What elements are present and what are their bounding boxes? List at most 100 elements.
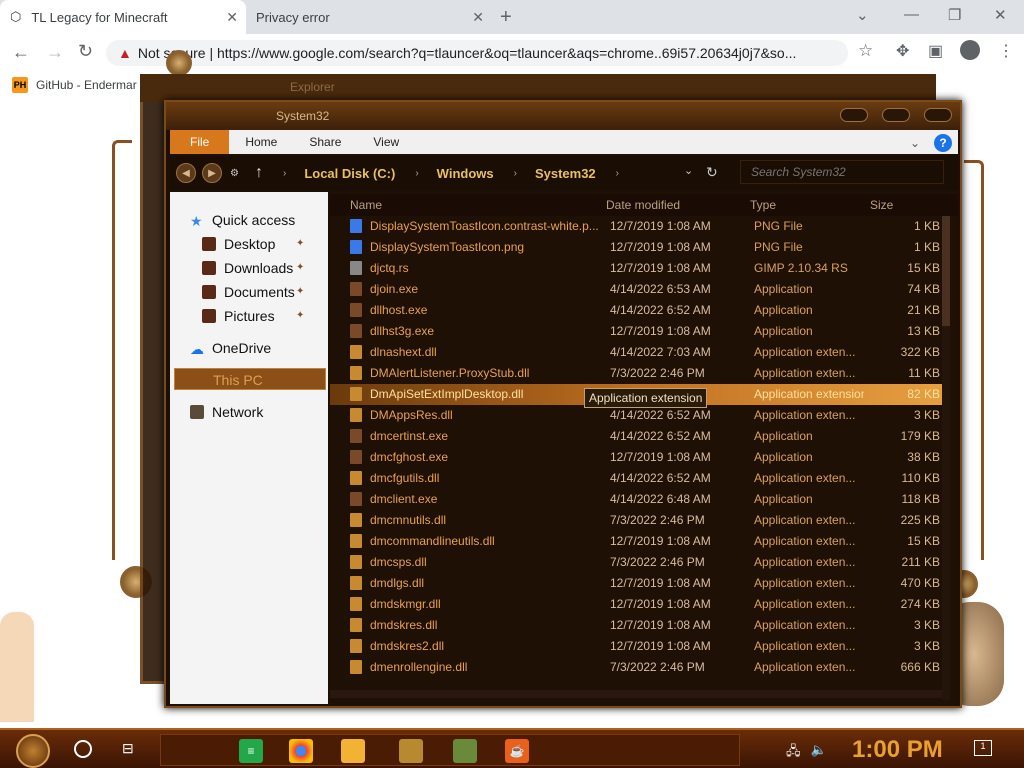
search-icon[interactable] — [74, 740, 92, 758]
address-bar[interactable]: ▲ Not secure | https://www.google.com/se… — [106, 40, 848, 66]
close-tab-icon[interactable]: ✕ — [226, 9, 238, 26]
volume-icon[interactable]: 🔈 — [811, 742, 827, 764]
file-row[interactable]: dllhost.exe 4/14/2022 6:52 AM Application 2… — [330, 300, 950, 321]
notification-center-icon[interactable]: 1 — [974, 740, 992, 756]
bookmark-star-icon[interactable]: ☆ — [858, 41, 873, 61]
nav-network[interactable]: Network — [190, 402, 263, 422]
file-row[interactable]: dmdskres.dll 12/7/2019 1:08 AM Application… — [330, 615, 950, 636]
file-row[interactable]: dmcmnutils.dll 7/3/2022 2:46 PM Applicatio… — [330, 510, 950, 531]
pin-icon[interactable]: ✦ — [296, 262, 304, 273]
back-icon[interactable]: ◀ — [176, 163, 196, 183]
chevron-right-icon[interactable]: › — [514, 168, 517, 179]
close-window-icon[interactable]: ✕ — [994, 6, 1007, 24]
scrollbar-thumb[interactable] — [942, 216, 950, 326]
minimize-icon[interactable]: — — [904, 6, 919, 23]
file-row[interactable]: dlnashext.dll 4/14/2022 7:03 AM Applicatio… — [330, 342, 950, 363]
column-header-date[interactable]: Date modified — [606, 198, 680, 212]
maximize-button[interactable] — [882, 108, 910, 122]
column-header-name[interactable]: Name — [350, 198, 382, 212]
nav-downloads[interactable]: Downloads — [202, 258, 293, 278]
tab-title: Privacy error — [256, 9, 330, 25]
breadcrumb-windows[interactable]: Windows — [437, 166, 494, 181]
address-text[interactable]: Not secure | https://www.google.com/sear… — [138, 45, 797, 61]
nav-pictures[interactable]: Pictures — [202, 306, 275, 326]
restore-icon[interactable]: ❐ — [948, 6, 961, 24]
ribbon-tab-home[interactable]: Home — [229, 130, 293, 154]
tab-search-icon[interactable]: ⌄ — [856, 6, 869, 24]
expand-ribbon-icon[interactable]: ⌄ — [910, 136, 920, 150]
file-row[interactable]: dllhst3g.exe 12/7/2019 1:08 AM Application… — [330, 321, 950, 342]
chevron-right-icon[interactable]: › — [283, 168, 286, 179]
file-row[interactable]: dmdskmgr.dll 12/7/2019 1:08 AM Application… — [330, 594, 950, 615]
ribbon-tab-share[interactable]: Share — [293, 130, 357, 154]
file-row[interactable]: DisplaySystemToastIcon.png 12/7/2019 1:08… — [330, 237, 950, 258]
profile-avatar[interactable] — [960, 40, 980, 60]
taskbar-clock[interactable]: 1:00 PM — [852, 736, 943, 764]
nav-this-pc[interactable]: This PC — [174, 368, 326, 390]
game-app-icon[interactable] — [399, 739, 423, 763]
search-input[interactable] — [740, 160, 944, 184]
file-explorer-icon[interactable] — [341, 739, 365, 763]
nav-documents[interactable]: Documents — [202, 282, 295, 302]
new-tab-button[interactable]: + — [500, 6, 512, 29]
nav-quick-access[interactable]: ★ Quick access — [190, 210, 295, 230]
file-row[interactable]: dmdskres2.dll 12/7/2019 1:08 AM Applicatio… — [330, 636, 950, 657]
file-row[interactable]: dmcertinst.exe 4/14/2022 6:52 AM Applicati… — [330, 426, 950, 447]
file-row[interactable]: djctq.rs 12/7/2019 1:08 AM GIMP 2.10.34 RS… — [330, 258, 950, 279]
ribbon-tab-file[interactable]: File — [170, 130, 230, 154]
breadcrumb-system32[interactable]: System32 — [535, 166, 596, 181]
close-button[interactable] — [924, 108, 952, 122]
file-row[interactable]: DisplaySystemToastIcon.contrast-white.p.… — [330, 216, 950, 237]
breadcrumb-local-disk[interactable]: Local Disk (C:) — [304, 166, 395, 181]
file-row[interactable]: dmcsps.dll 7/3/2022 2:46 PM Application ex… — [330, 552, 950, 573]
refresh-icon[interactable]: ↻ — [706, 164, 718, 181]
minecraft-icon[interactable] — [453, 739, 477, 763]
pin-icon[interactable]: ✦ — [296, 238, 304, 249]
column-header-size[interactable]: Size — [870, 198, 893, 212]
forward-icon[interactable]: → — [46, 42, 64, 63]
back-icon[interactable]: ← — [12, 42, 30, 63]
java-icon[interactable]: ☕ — [505, 739, 529, 763]
file-row[interactable]: dmclient.exe 4/14/2022 6:48 AM Application… — [330, 489, 950, 510]
nav-onedrive[interactable]: ☁ OneDrive — [190, 338, 271, 358]
chrome-icon[interactable] — [289, 739, 313, 763]
task-view-icon[interactable]: ⊟ — [122, 740, 134, 757]
close-tab-icon[interactable]: ✕ — [472, 9, 484, 26]
tab-privacy-error[interactable]: Privacy error ✕ — [246, 0, 492, 34]
start-button[interactable] — [16, 734, 50, 768]
chevron-right-icon[interactable]: › — [616, 168, 619, 179]
minimize-button[interactable] — [840, 108, 868, 122]
file-size: 38 KB — [907, 450, 940, 464]
column-header-type[interactable]: Type — [750, 198, 776, 212]
nav-desktop[interactable]: Desktop — [202, 234, 275, 254]
help-icon[interactable]: ? — [934, 134, 952, 152]
file-row[interactable]: dmcfghost.exe 12/7/2019 1:08 AM Applicatio… — [330, 447, 950, 468]
file-row[interactable]: dmdlgs.dll 12/7/2019 1:08 AM Application e… — [330, 573, 950, 594]
extensions-icon[interactable]: ✥ — [896, 41, 909, 61]
file-row[interactable]: dmenrollengine.dll 7/3/2022 2:46 PM Applic… — [330, 657, 950, 678]
ribbon-tab-view[interactable]: View — [357, 130, 415, 154]
file-row[interactable]: DMAlertListener.ProxyStub.dll 7/3/2022 2:… — [330, 363, 950, 384]
file-row[interactable]: DMAppsRes.dll 4/14/2022 6:52 AM Applicatio… — [330, 405, 950, 426]
pin-icon[interactable]: ✦ — [296, 286, 304, 297]
sidepanel-icon[interactable]: ▣ — [928, 41, 943, 61]
file-row[interactable]: dmcommandlineutils.dll 12/7/2019 1:08 AM A… — [330, 531, 950, 552]
menu-icon[interactable]: ⋮ — [998, 41, 1014, 61]
horizontal-scrollbar[interactable] — [330, 690, 942, 698]
reload-icon[interactable]: ↻ — [78, 41, 93, 62]
file-type: Application exten... — [754, 366, 856, 380]
file-size: 211 KB — [901, 555, 940, 569]
up-icon[interactable]: ↑ — [255, 164, 263, 182]
tab-tl-legacy[interactable]: ⬡ TL Legacy for Minecraft ✕ — [0, 0, 246, 34]
file-size: 3 KB — [913, 408, 940, 422]
recent-locations-icon[interactable]: ⚙ — [230, 168, 239, 179]
file-row[interactable]: dmcfgutils.dll 4/14/2022 6:52 AM Applicati… — [330, 468, 950, 489]
history-dropdown-icon[interactable]: ⌄ — [684, 164, 693, 177]
notes-app-icon[interactable]: ≡ — [239, 739, 263, 763]
file-row[interactable]: djoin.exe 4/14/2022 6:53 AM Application 74 … — [330, 279, 950, 300]
pin-icon[interactable]: ✦ — [296, 310, 304, 321]
chevron-right-icon[interactable]: › — [415, 168, 418, 179]
bookmark-github[interactable]: GitHub - Endermar — [36, 78, 137, 92]
network-tray-icon[interactable]: 🖧 — [786, 742, 801, 764]
forward-icon[interactable]: ▶ — [202, 163, 222, 183]
